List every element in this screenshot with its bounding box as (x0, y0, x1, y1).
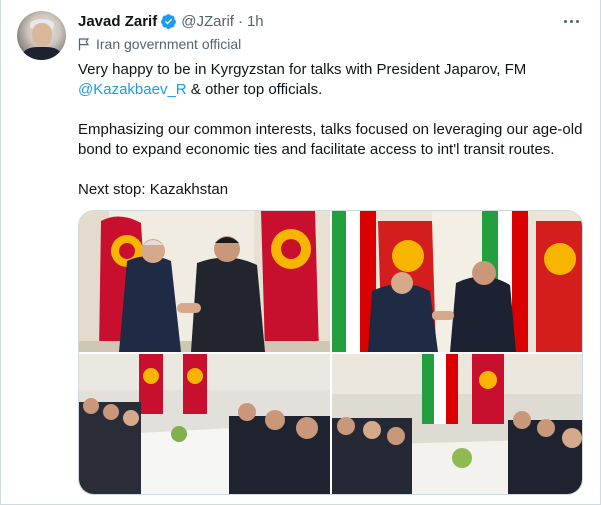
photo-handshake-2-image (332, 211, 582, 352)
verified-badge-icon (161, 13, 177, 29)
tweet-text-part: Very happy to be in Kyrgyzstan for talks… (78, 61, 527, 78)
photo-meeting-1[interactable] (79, 354, 330, 494)
separator-dot: · (237, 12, 243, 30)
photo-handshake-1[interactable] (79, 211, 330, 352)
avatar-face (32, 23, 52, 47)
tweet-text-part: & other top officials. (186, 81, 323, 98)
tweet-paragraph-3: Next stop: Kazakhstan (78, 181, 229, 198)
more-options-icon[interactable] (560, 12, 582, 30)
government-label-text: Iran government official (96, 36, 242, 52)
media-grid (78, 210, 583, 495)
photo-handshake-2[interactable] (332, 211, 582, 352)
avatar[interactable] (17, 11, 66, 60)
author-name[interactable]: Javad Zarif (78, 13, 157, 30)
author-handle[interactable]: @JZarif (181, 13, 234, 30)
photo-handshake-1-image (79, 211, 330, 352)
government-label[interactable]: Iran government official (78, 35, 241, 53)
tweet-header: Javad Zarif @JZarif · 1h (78, 11, 264, 31)
avatar-suit (23, 47, 61, 60)
government-flag-icon (78, 37, 90, 50)
photo-meeting-1-image (79, 354, 330, 494)
tweet-card[interactable]: Javad Zarif @JZarif · 1h Iran government… (0, 0, 601, 505)
tweet-paragraph-2: Emphasizing our common interests, talks … (78, 121, 583, 158)
photo-meeting-2[interactable] (332, 354, 582, 494)
tweet-paragraph-1: Very happy to be in Kyrgyzstan for talks… (78, 60, 588, 100)
mention-link[interactable]: @Kazakbaev_R (78, 81, 187, 98)
photo-meeting-2-image (332, 354, 582, 494)
tweet-text: Very happy to be in Kyrgyzstan for talks… (78, 60, 588, 220)
tweet-time[interactable]: 1h (247, 13, 264, 30)
